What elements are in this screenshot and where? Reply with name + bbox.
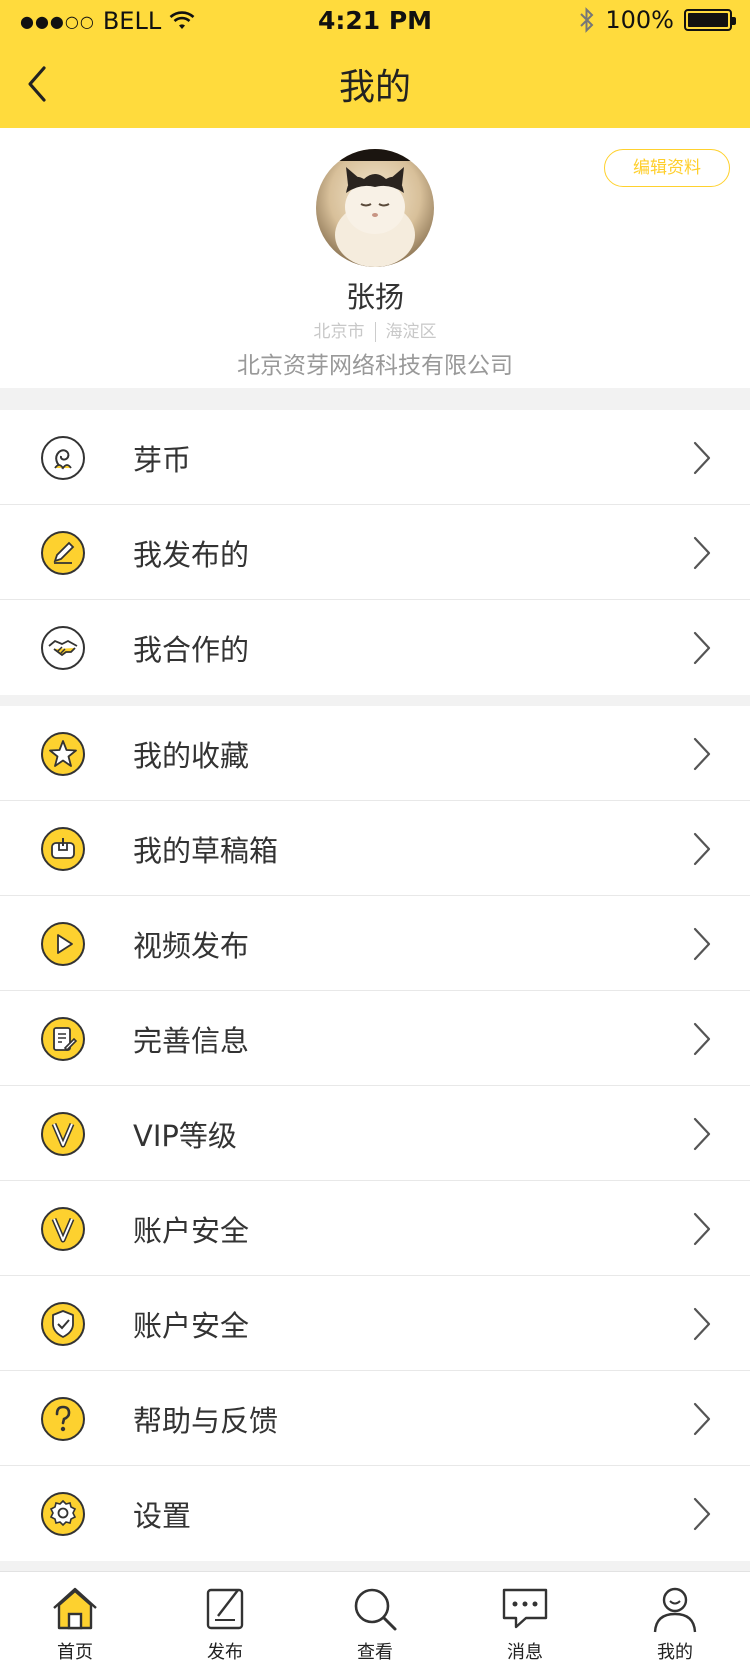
tab-home[interactable]: 首页: [0, 1572, 150, 1667]
list-item[interactable]: 设置: [0, 1466, 750, 1561]
list-item-label: VIP等级: [133, 1119, 237, 1153]
tab-label: 消息: [507, 1642, 543, 1663]
chevron-right-icon: [692, 440, 712, 476]
list-item[interactable]: 我发布的: [0, 505, 750, 600]
chevron-right-icon: [692, 831, 712, 867]
list-item-label: 芽币: [133, 443, 192, 477]
tab-search[interactable]: 查看: [300, 1572, 450, 1667]
pencil-icon: [40, 530, 86, 576]
star-icon: [40, 731, 86, 777]
tab-publish[interactable]: 发布: [150, 1572, 300, 1667]
list-item-label: 我的收藏: [133, 739, 250, 773]
list-item-label: 账户安全: [133, 1309, 250, 1343]
battery-icon: [684, 9, 736, 31]
list-item[interactable]: 我的收藏: [0, 706, 750, 801]
tab-bar: 首页 发布 查看 消息 我的: [0, 1571, 750, 1667]
chevron-right-icon: [692, 1116, 712, 1152]
status-bar: ●●●○○ BELL 4:21 PM 100%: [0, 0, 750, 40]
chevron-right-icon: [692, 535, 712, 571]
list-item[interactable]: 账户安全: [0, 1181, 750, 1276]
profile-card: 编辑资料 张扬 北京市 海淀区 北京资芽网络科技有限公司: [0, 128, 750, 388]
list-item-label: 帮助与反馈: [133, 1404, 279, 1438]
district: 海淀区: [385, 322, 437, 342]
vip-icon: [40, 1111, 86, 1157]
page-title: 我的: [338, 67, 411, 108]
tab-label: 首页: [57, 1642, 93, 1663]
list-item-label: 视频发布: [133, 929, 250, 963]
tab-label: 我的: [657, 1642, 693, 1663]
menu-group-assets: 芽币我发布的我合作的: [0, 410, 750, 695]
edit-document-icon: [40, 1016, 86, 1062]
list-item[interactable]: 我合作的: [0, 600, 750, 695]
chevron-right-icon: [692, 1211, 712, 1247]
list-item[interactable]: 芽币: [0, 410, 750, 505]
list-item[interactable]: 视频发布: [0, 896, 750, 991]
status-right: 100%: [579, 6, 736, 34]
battery-percent: 100%: [605, 6, 674, 34]
location-divider: [374, 322, 376, 342]
search-icon: [350, 1584, 400, 1634]
tab-user[interactable]: 我的: [600, 1572, 750, 1667]
shield-check-icon: [40, 1301, 86, 1347]
message-icon: [500, 1584, 550, 1634]
user-name: 张扬: [345, 280, 404, 314]
list-item-label: 我发布的: [133, 538, 250, 572]
list-item[interactable]: 账户安全: [0, 1276, 750, 1371]
edit-profile-button[interactable]: 编辑资料: [604, 149, 730, 187]
chevron-right-icon: [692, 926, 712, 962]
chevron-right-icon: [692, 1401, 712, 1437]
list-item[interactable]: 我的草稿箱: [0, 801, 750, 896]
list-item-label: 设置: [133, 1499, 192, 1533]
user-company: 北京资芽网络科技有限公司: [237, 353, 513, 379]
menu-group-settings: 我的收藏 我的草稿箱 视频发布 完善信息 VIP等级 账户安全 账户安全 帮助与反馈 设置: [0, 706, 750, 1561]
tab-message[interactable]: 消息: [450, 1572, 600, 1667]
chevron-right-icon: [692, 630, 712, 666]
user-icon: [650, 1584, 700, 1634]
list-item[interactable]: VIP等级: [0, 1086, 750, 1181]
avatar[interactable]: [316, 149, 434, 267]
city: 北京市: [313, 322, 365, 342]
play-icon: [40, 921, 86, 967]
tab-label: 发布: [207, 1642, 243, 1663]
bluetooth-icon: [580, 7, 594, 33]
nav-bar: 我的: [0, 40, 750, 128]
chevron-right-icon: [692, 736, 712, 772]
gear-icon: [40, 1491, 86, 1537]
list-item-label: 完善信息: [133, 1024, 250, 1058]
chevron-right-icon: [692, 1306, 712, 1342]
tab-label: 查看: [357, 1642, 393, 1663]
chevron-right-icon: [692, 1496, 712, 1532]
chevron-right-icon: [692, 1021, 712, 1057]
vip-icon: [40, 1206, 86, 1252]
list-item-label: 账户安全: [133, 1214, 250, 1248]
help-icon: [40, 1396, 86, 1442]
drafts-box-icon: [40, 826, 86, 872]
publish-icon: [200, 1584, 250, 1634]
list-item-label: 我合作的: [133, 633, 250, 667]
home-icon: [50, 1584, 100, 1634]
sprout-coin-icon: [40, 435, 86, 481]
list-item-label: 我的草稿箱: [133, 834, 279, 868]
list-item[interactable]: 帮助与反馈: [0, 1371, 750, 1466]
list-item[interactable]: 完善信息: [0, 991, 750, 1086]
avatar-cat-image: [316, 149, 434, 267]
user-location: 北京市 海淀区: [0, 317, 750, 342]
handshake-icon: [40, 625, 86, 671]
